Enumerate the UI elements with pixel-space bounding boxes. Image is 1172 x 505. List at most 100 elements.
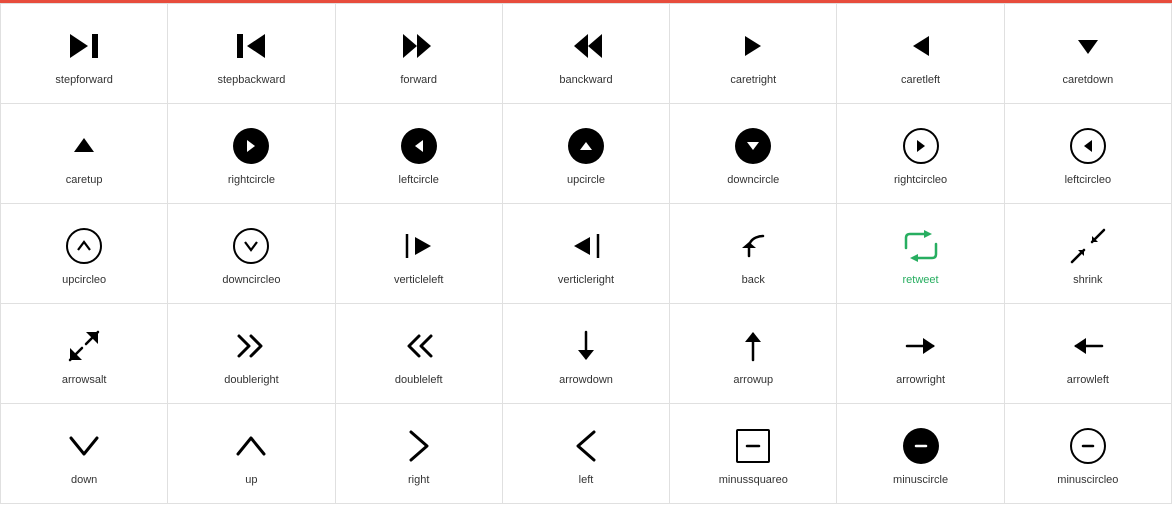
- back-label: back: [742, 274, 765, 286]
- icon-cell-rightcircle[interactable]: rightcircle: [168, 104, 335, 204]
- icon-cell-stepforward[interactable]: stepforward: [1, 4, 168, 104]
- shrink-label: shrink: [1073, 274, 1102, 286]
- icon-cell-downcircle[interactable]: downcircle: [670, 104, 837, 204]
- upcircleo-label: upcircleo: [62, 274, 106, 286]
- icon-cell-upcircleo[interactable]: upcircleo: [1, 204, 168, 304]
- icon-cell-left[interactable]: left: [503, 404, 670, 504]
- rightcircle-label: rightcircle: [228, 174, 275, 186]
- back-icon: [735, 226, 771, 266]
- icon-cell-arrowright[interactable]: arrowright: [837, 304, 1004, 404]
- arrowsalt-icon: [66, 326, 102, 366]
- rightcircleo-icon: [903, 126, 939, 166]
- minuscircleo-label: minuscircleo: [1057, 474, 1118, 486]
- icon-grid: stepforward stepbackward forward banckward c…: [0, 3, 1172, 504]
- icon-cell-leftcircle[interactable]: leftcircle: [336, 104, 503, 204]
- arrowsalt-label: arrowsalt: [62, 374, 107, 386]
- icon-cell-minussquareo[interactable]: minussquareo: [670, 404, 837, 504]
- doubleright-label: doubleright: [224, 374, 278, 386]
- down-icon: [67, 426, 101, 466]
- downcircle-label: downcircle: [727, 174, 779, 186]
- caretup-label: caretup: [66, 174, 103, 186]
- shrink-icon: [1070, 226, 1106, 266]
- doubleleft-label: doubleleft: [395, 374, 443, 386]
- leftcircleo-icon: [1070, 126, 1106, 166]
- icon-cell-doubleright[interactable]: doubleright: [168, 304, 335, 404]
- icon-cell-arrowsalt[interactable]: arrowsalt: [1, 304, 168, 404]
- leftcircle-icon: [401, 126, 437, 166]
- right-icon: [405, 426, 433, 466]
- down-label: down: [71, 474, 97, 486]
- retweet-label: retweet: [903, 274, 939, 286]
- upcircle-icon: [568, 126, 604, 166]
- verticleright-icon: [568, 226, 604, 266]
- left-label: left: [579, 474, 594, 486]
- arrowdown-icon: [572, 326, 600, 366]
- minuscircle-label: minuscircle: [893, 474, 948, 486]
- icon-cell-leftcircleo[interactable]: leftcircleo: [1005, 104, 1172, 204]
- icon-cell-doubleleft[interactable]: doubleleft: [336, 304, 503, 404]
- stepbackward-label: stepbackward: [217, 74, 285, 86]
- stepforward-label: stepforward: [55, 74, 112, 86]
- icon-cell-right[interactable]: right: [336, 404, 503, 504]
- icon-cell-back[interactable]: back: [670, 204, 837, 304]
- minussquareo-icon: [736, 426, 770, 466]
- icon-cell-banckward[interactable]: banckward: [503, 4, 670, 104]
- up-icon: [234, 426, 268, 466]
- arrowup-icon: [739, 326, 767, 366]
- downcircle-icon: [735, 126, 771, 166]
- icon-cell-minuscircle[interactable]: minuscircle: [837, 404, 1004, 504]
- icon-cell-downcircleo[interactable]: downcircleo: [168, 204, 335, 304]
- icon-cell-caretright[interactable]: caretright: [670, 4, 837, 104]
- leftcircle-label: leftcircle: [399, 174, 439, 186]
- caretdown-label: caretdown: [1062, 74, 1113, 86]
- rightcircleo-label: rightcircleo: [894, 174, 947, 186]
- icon-cell-rightcircleo[interactable]: rightcircleo: [837, 104, 1004, 204]
- forward-label: forward: [400, 74, 437, 86]
- icon-cell-verticleleft[interactable]: verticleleft: [336, 204, 503, 304]
- retweet-icon: [902, 226, 940, 266]
- arrowdown-label: arrowdown: [559, 374, 613, 386]
- icon-cell-caretdown[interactable]: caretdown: [1005, 4, 1172, 104]
- minuscircleo-icon: [1070, 426, 1106, 466]
- verticleleft-label: verticleleft: [394, 274, 444, 286]
- icon-cell-up[interactable]: up: [168, 404, 335, 504]
- icon-cell-shrink[interactable]: shrink: [1005, 204, 1172, 304]
- rightcircle-icon: [233, 126, 269, 166]
- upcircle-label: upcircle: [567, 174, 605, 186]
- right-label: right: [408, 474, 429, 486]
- leftcircleo-label: leftcircleo: [1065, 174, 1111, 186]
- minussquareo-label: minussquareo: [719, 474, 788, 486]
- arrowup-label: arrowup: [733, 374, 773, 386]
- caretleft-label: caretleft: [901, 74, 940, 86]
- verticleleft-icon: [401, 226, 437, 266]
- downcircleo-icon: [233, 226, 269, 266]
- icon-cell-upcircle[interactable]: upcircle: [503, 104, 670, 204]
- forward-icon: [401, 26, 437, 66]
- up-label: up: [245, 474, 257, 486]
- minuscircle-icon: [903, 426, 939, 466]
- icon-cell-verticleright[interactable]: verticleright: [503, 204, 670, 304]
- icon-cell-forward[interactable]: forward: [336, 4, 503, 104]
- banckward-label: banckward: [559, 74, 612, 86]
- icon-cell-minuscircleo[interactable]: minuscircleo: [1005, 404, 1172, 504]
- icon-cell-caretleft[interactable]: caretleft: [837, 4, 1004, 104]
- icon-cell-arrowup[interactable]: arrowup: [670, 304, 837, 404]
- doubleright-icon: [233, 326, 269, 366]
- caretright-label: caretright: [730, 74, 776, 86]
- arrowright-label: arrowright: [896, 374, 945, 386]
- stepbackward-icon: [233, 26, 269, 66]
- caretdown-icon: [1074, 26, 1102, 66]
- doubleleft-icon: [401, 326, 437, 366]
- icon-cell-caretup[interactable]: caretup: [1, 104, 168, 204]
- icon-cell-down[interactable]: down: [1, 404, 168, 504]
- icon-cell-arrowleft[interactable]: arrowleft: [1005, 304, 1172, 404]
- icon-cell-retweet[interactable]: retweet: [837, 204, 1004, 304]
- icon-cell-stepbackward[interactable]: stepbackward: [168, 4, 335, 104]
- upcircleo-icon: [66, 226, 102, 266]
- caretright-icon: [739, 26, 767, 66]
- banckward-icon: [568, 26, 604, 66]
- icon-cell-arrowdown[interactable]: arrowdown: [503, 304, 670, 404]
- verticleright-label: verticleright: [558, 274, 614, 286]
- arrowleft-label: arrowleft: [1067, 374, 1109, 386]
- left-icon: [572, 426, 600, 466]
